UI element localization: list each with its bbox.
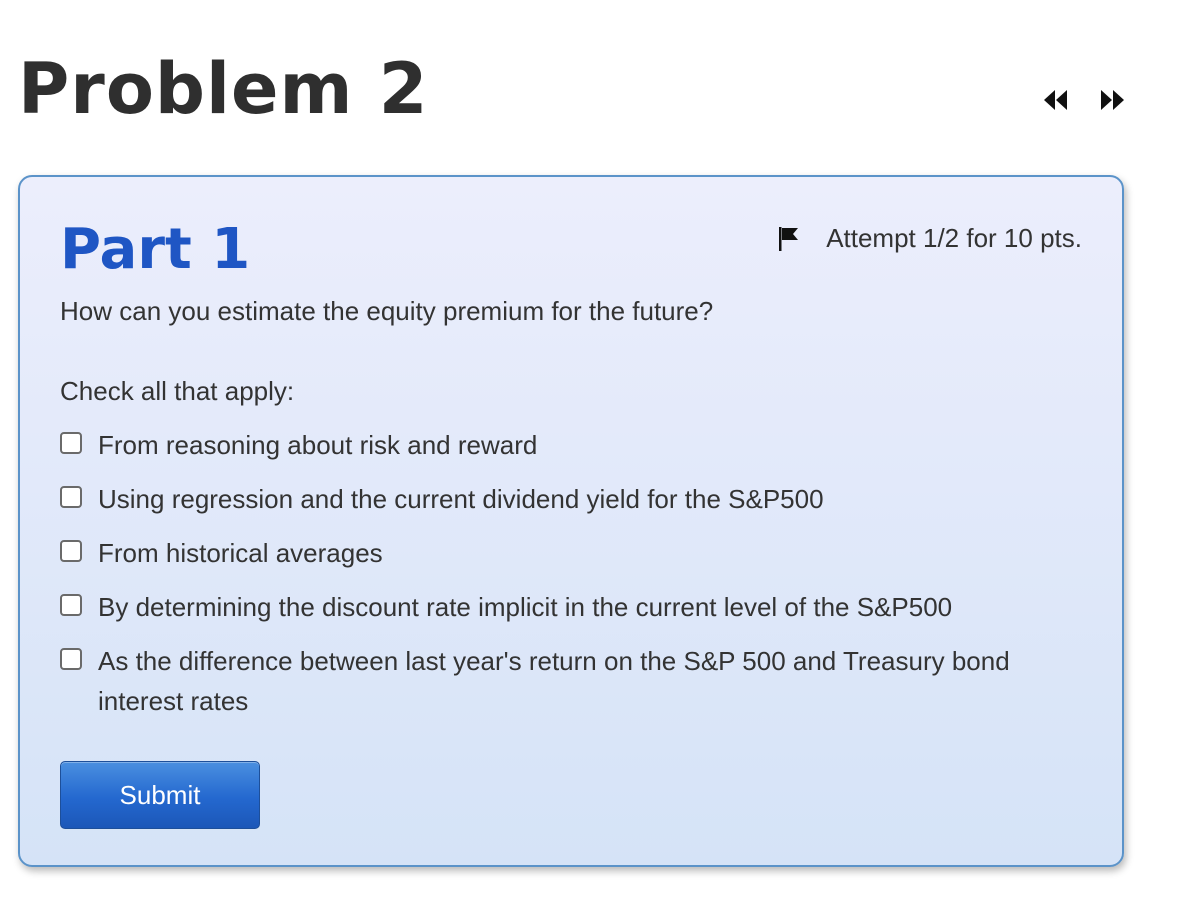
option-checkbox[interactable] [60,486,82,508]
next-problem-button[interactable] [1096,86,1128,114]
page: Problem 2 Part 1 Attempt 1/2 for 10 pts.… [0,0,1187,901]
double-left-arrow-icon [1044,90,1067,110]
double-right-arrow-icon [1101,90,1124,110]
question-card: Part 1 Attempt 1/2 for 10 pts. How can y… [18,175,1124,867]
option-label: As the difference between last year's re… [98,646,1010,716]
option-label: From reasoning about risk and reward [98,430,538,460]
problem-title: Problem 2 [18,48,429,130]
option-label: By determining the discount rate implici… [98,592,953,622]
option-label: Using regression and the current dividen… [98,484,824,514]
part-title: Part 1 [60,217,251,282]
answer-option[interactable]: As the difference between last year's re… [60,641,1090,721]
flag-icon[interactable] [778,226,800,252]
option-checkbox[interactable] [60,594,82,616]
previous-problem-button[interactable] [1040,86,1072,114]
instruction-text: Check all that apply: [60,376,295,406]
attempt-info: Attempt 1/2 for 10 pts. [778,223,1082,254]
option-label: From historical averages [98,538,383,568]
answer-option[interactable]: From reasoning about risk and reward [60,425,1090,465]
answer-option[interactable]: By determining the discount rate implici… [60,587,1090,627]
submit-button[interactable]: Submit [60,761,260,829]
answer-option[interactable]: Using regression and the current dividen… [60,479,1090,519]
option-checkbox[interactable] [60,432,82,454]
attempt-text: Attempt 1/2 for 10 pts. [826,223,1082,253]
question-text: How can you estimate the equity premium … [60,296,714,326]
problem-navigation [1040,86,1128,114]
option-checkbox[interactable] [60,648,82,670]
answer-option[interactable]: From historical averages [60,533,1090,573]
answer-options: From reasoning about risk and reward Usi… [60,425,1090,735]
option-checkbox[interactable] [60,540,82,562]
